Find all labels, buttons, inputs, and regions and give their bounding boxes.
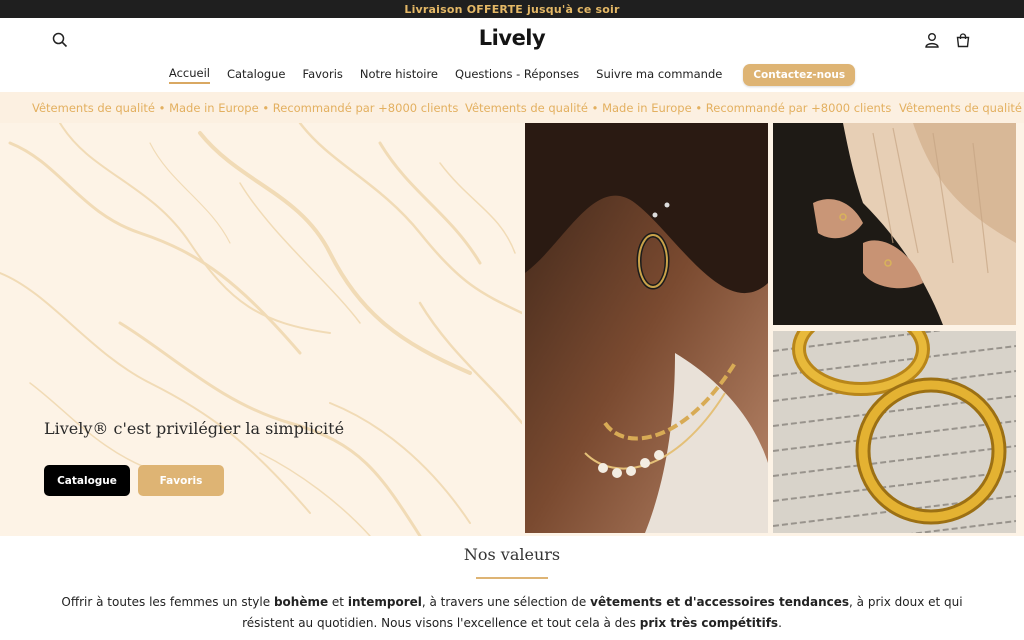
nav-item-suivre-commande[interactable]: Suivre ma commande <box>596 67 722 83</box>
nav-item-notre-histoire[interactable]: Notre histoire <box>360 67 438 83</box>
nav-item-accueil[interactable]: Accueil <box>168 66 210 84</box>
photo-earring-necklace <box>525 123 768 533</box>
ticker-bar: Vêtements de qualité • Made in Europe • … <box>0 92 1024 123</box>
nav-item-questions[interactable]: Questions - Réponses <box>455 67 579 83</box>
photo-sweater-rings <box>773 123 1016 325</box>
values-text-bold: bohème <box>273 595 329 609</box>
logo[interactable]: Lively <box>0 26 1024 50</box>
values-text-bold: prix très compétitifs <box>639 616 779 630</box>
hero-title: Lively® c'est privilégier la simplicité <box>44 419 345 438</box>
values-text: Offrir à toutes les femmes un style bohè… <box>40 592 984 634</box>
values-divider <box>476 577 548 579</box>
site-header: Lively Accueil Catalogue Favoris Notre h… <box>0 18 1024 92</box>
photo-gold-hoops <box>773 331 1016 533</box>
bag-icon[interactable] <box>951 28 975 52</box>
ticker-text: Vêtements de qualité • Made in Europe • … <box>32 100 459 115</box>
values-text-part: . <box>778 616 782 630</box>
nav-item-favoris[interactable]: Favoris <box>303 67 343 83</box>
hero-section: Lively® c'est privilégier la simplicité … <box>0 123 1024 536</box>
nav-item-catalogue[interactable]: Catalogue <box>227 67 286 83</box>
values-text-bold: vêtements et d'accessoires tendances <box>590 595 850 609</box>
values-text-part: Offrir à toutes les femmes un style <box>61 595 274 609</box>
announcement-bar: Livraison OFFERTE jusqu'à ce soir <box>0 0 1024 18</box>
main-nav: Accueil Catalogue Favoris Notre histoire… <box>0 64 1024 86</box>
favoris-button[interactable]: Favoris <box>138 465 224 496</box>
announcement-text: Livraison OFFERTE jusqu'à ce soir <box>404 2 620 16</box>
user-icon[interactable] <box>920 28 944 52</box>
ticker-text: Vêtements de qualité • <box>899 100 1024 115</box>
catalogue-button[interactable]: Catalogue <box>44 465 130 496</box>
values-text-bold: intemporel <box>347 595 422 609</box>
contact-button[interactable]: Contactez-nous <box>743 64 856 86</box>
ticker-text: Vêtements de qualité • Made in Europe • … <box>465 100 892 115</box>
values-title: Nos valeurs <box>463 545 561 564</box>
values-text-part: , à travers une sélection de <box>421 595 591 609</box>
values-text-part: et <box>328 595 348 609</box>
